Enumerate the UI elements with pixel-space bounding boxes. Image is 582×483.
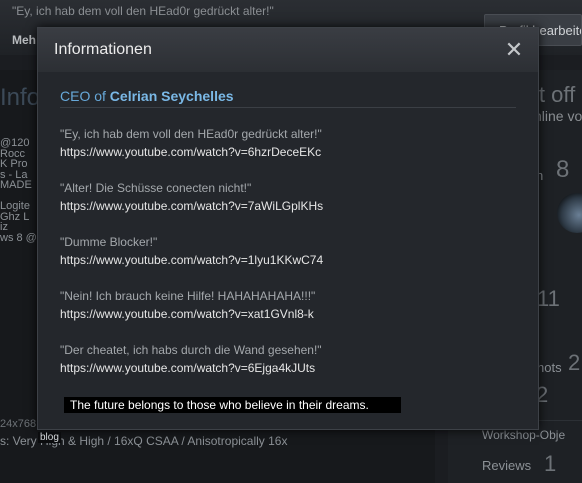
ceo-name[interactable]: Celrian Seychelles (110, 88, 234, 104)
dialog-title: Informationen (54, 41, 152, 58)
blog-tag[interactable]: blog (38, 432, 61, 443)
youtube-link[interactable]: https://www.youtube.com/watch?v=7aWiLGpl… (60, 199, 323, 213)
badge-count: 8 (556, 156, 570, 183)
background-online-label: nline vo (534, 108, 582, 124)
dialog-header: Informationen ✕ (38, 28, 538, 72)
reviews-link[interactable]: Reviews (482, 458, 531, 473)
stat-count: 11 (537, 286, 560, 311)
background-status-quote: "Ey, ich hab dem voll den HEad0r gedrück… (12, 4, 274, 18)
specs-line: @120 (0, 137, 30, 149)
specs-line: MADE (0, 179, 32, 191)
background-nav-label[interactable]: Meh (12, 33, 36, 47)
background-specs-list: @120 Rocc K Pro s - La MADE Logite Ghz L… (0, 138, 37, 243)
youtube-link[interactable]: https://www.youtube.com/watch?v=6hzrDece… (60, 145, 321, 159)
youtube-link[interactable]: https://www.youtube.com/watch?v=6Ejga4kJ… (60, 361, 315, 375)
specs-line: K Pro (0, 158, 28, 170)
ceo-prefix: CEO of (60, 88, 110, 104)
stat-count: 2 (568, 350, 581, 375)
reviews-count: 1 (544, 451, 557, 476)
quote-text: "Dumme Blocker!" (60, 235, 158, 249)
specs-line: iz (0, 221, 8, 233)
dialog-body: CEO of Celrian Seychelles "Ey, ich hab d… (38, 72, 538, 429)
background-offline-label: it off (534, 82, 576, 107)
information-dialog: Informationen ✕ CEO of Celrian Seychelle… (37, 27, 539, 430)
background-section-title: Info (0, 84, 41, 111)
screenshots-label[interactable]: hots (537, 360, 562, 375)
youtube-link[interactable]: https://www.youtube.com/watch?v=xat1GVnl… (60, 307, 314, 321)
quote-text: "Ey, ich hab dem voll den HEad0r gedrück… (60, 127, 322, 141)
close-icon[interactable]: ✕ (501, 36, 527, 64)
specs-line: Logite (0, 200, 30, 212)
specs-line: ws 8 @ (0, 231, 37, 244)
workshop-link[interactable]: Workshop-Obje (482, 428, 565, 442)
quote-text: "Alter! Die Schüsse conecten nicht!" (60, 181, 252, 195)
quote-text: "Nein! Ich brauch keine Hilfe! HAHAHAHAH… (60, 289, 316, 303)
motto-banner: The future belongs to those who believe … (64, 397, 401, 413)
heading-underline (60, 107, 516, 108)
background-resolution: 24x768 (0, 418, 37, 430)
youtube-link[interactable]: https://www.youtube.com/watch?v=1lyu1KKw… (60, 253, 323, 267)
quote-text: "Der cheatet, ich habs durch die Wand ge… (60, 343, 322, 357)
ceo-heading: CEO of Celrian Seychelles (60, 88, 234, 104)
